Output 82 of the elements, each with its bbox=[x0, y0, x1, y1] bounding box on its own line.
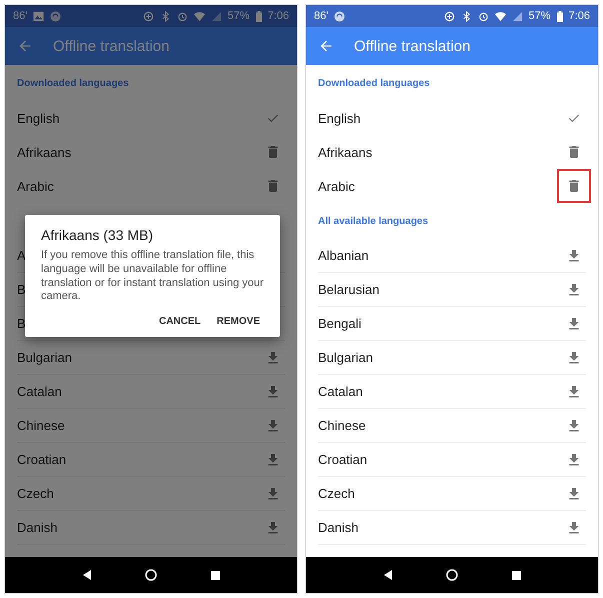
language-row[interactable]: Albanian bbox=[318, 239, 586, 273]
dialog-title: Afrikaans (33 MB) bbox=[41, 227, 154, 243]
battery-percent: 57% bbox=[528, 10, 551, 22]
section-header: Downloaded languages bbox=[17, 78, 129, 88]
language-name: Afrikaans bbox=[17, 144, 72, 160]
language-row[interactable]: Croatian bbox=[318, 443, 586, 477]
section-header: All available languages bbox=[318, 216, 428, 226]
spinner-icon bbox=[334, 10, 346, 22]
dialog-button[interactable]: CANCEL bbox=[154, 312, 205, 331]
language-name: B bbox=[17, 316, 26, 331]
language-name: Czech bbox=[318, 486, 355, 501]
recents-icon[interactable] bbox=[512, 570, 522, 580]
language-name: Arabic bbox=[17, 178, 54, 194]
home-icon[interactable] bbox=[446, 569, 458, 581]
language-name: Danish bbox=[318, 520, 358, 535]
clock-time: 7:06 bbox=[268, 10, 289, 22]
back-icon[interactable] bbox=[382, 570, 393, 580]
language-name: Croatian bbox=[17, 452, 66, 467]
battery-percent: 57% bbox=[228, 10, 250, 22]
image-icon bbox=[33, 10, 44, 22]
language-row[interactable]: Danish bbox=[318, 511, 586, 545]
alarm-icon bbox=[478, 10, 489, 22]
language-name: A bbox=[17, 248, 26, 263]
language-row[interactable]: Catalan bbox=[318, 375, 586, 409]
language-row[interactable]: Bengali bbox=[318, 307, 586, 341]
language-name: Croatian bbox=[318, 452, 368, 467]
language-name: Catalan bbox=[17, 384, 62, 399]
language-row[interactable]: Catalan bbox=[17, 375, 285, 409]
bluetooth-icon bbox=[160, 10, 171, 22]
wifi-icon bbox=[194, 10, 205, 22]
home-icon[interactable] bbox=[145, 569, 158, 581]
language-row[interactable]: Afrikaans bbox=[5, 135, 297, 169]
dialog-button[interactable]: REMOVE bbox=[212, 312, 264, 331]
alarm-icon bbox=[176, 10, 188, 22]
back-icon[interactable] bbox=[82, 570, 92, 580]
language-name: Chinese bbox=[17, 418, 65, 433]
language-name: Belarusian bbox=[318, 282, 380, 297]
language-row[interactable]: English bbox=[5, 101, 297, 135]
language-row[interactable]: Chinese bbox=[318, 409, 586, 443]
language-name: B bbox=[17, 282, 26, 297]
battery-icon bbox=[556, 10, 563, 22]
language-name: English bbox=[318, 110, 361, 126]
back-arrow-icon[interactable] bbox=[318, 38, 334, 54]
language-row[interactable]: Czech bbox=[318, 477, 586, 511]
language-name: English bbox=[17, 110, 60, 126]
language-name: Bengali bbox=[318, 316, 362, 331]
app-bar-title: Offline translation bbox=[53, 38, 170, 54]
signal-icon bbox=[512, 10, 523, 22]
section-header: Downloaded languages bbox=[318, 78, 430, 88]
language-row[interactable]: Chinese bbox=[17, 409, 285, 443]
data-saver-icon bbox=[142, 10, 154, 22]
language-row[interactable]: Arabic bbox=[306, 169, 598, 203]
language-name: Bulgarian bbox=[318, 350, 373, 365]
language-name: Chinese bbox=[318, 418, 366, 433]
battery-icon bbox=[256, 10, 262, 22]
language-row[interactable]: Czech bbox=[17, 477, 285, 511]
language-name: Bulgarian bbox=[17, 350, 72, 365]
language-name: Albanian bbox=[318, 248, 369, 263]
language-name: Danish bbox=[17, 520, 58, 535]
spinner-icon bbox=[50, 10, 62, 22]
language-row[interactable]: Belarusian bbox=[318, 273, 586, 307]
bluetooth-icon bbox=[460, 10, 472, 22]
language-row[interactable]: English bbox=[306, 101, 598, 135]
language-name: Arabic bbox=[318, 178, 355, 194]
temperature-text: 86' bbox=[314, 10, 328, 22]
language-name: Afrikaans bbox=[318, 144, 372, 160]
temperature-text: 86' bbox=[13, 10, 28, 22]
language-name: Czech bbox=[17, 486, 54, 501]
dialog-message: If you remove this offline translation file, this language will be unavailable for offline translation or for instant translation using your camera. bbox=[41, 249, 264, 304]
language-row[interactable]: Bulgarian bbox=[318, 341, 586, 375]
language-name: Catalan bbox=[318, 384, 363, 399]
language-row[interactable]: Arabic bbox=[5, 169, 297, 203]
language-row[interactable]: Afrikaans bbox=[306, 135, 598, 169]
wifi-icon bbox=[494, 10, 506, 22]
language-row[interactable]: Bulgarian bbox=[17, 341, 285, 375]
language-row[interactable]: Croatian bbox=[17, 443, 285, 477]
clock-time: 7:06 bbox=[568, 10, 590, 22]
recents-icon[interactable] bbox=[211, 570, 220, 580]
language-row[interactable]: Danish bbox=[17, 511, 285, 545]
app-bar-title: Offline translation bbox=[354, 38, 470, 54]
data-saver-icon bbox=[444, 10, 455, 22]
back-arrow-icon[interactable] bbox=[17, 38, 33, 54]
